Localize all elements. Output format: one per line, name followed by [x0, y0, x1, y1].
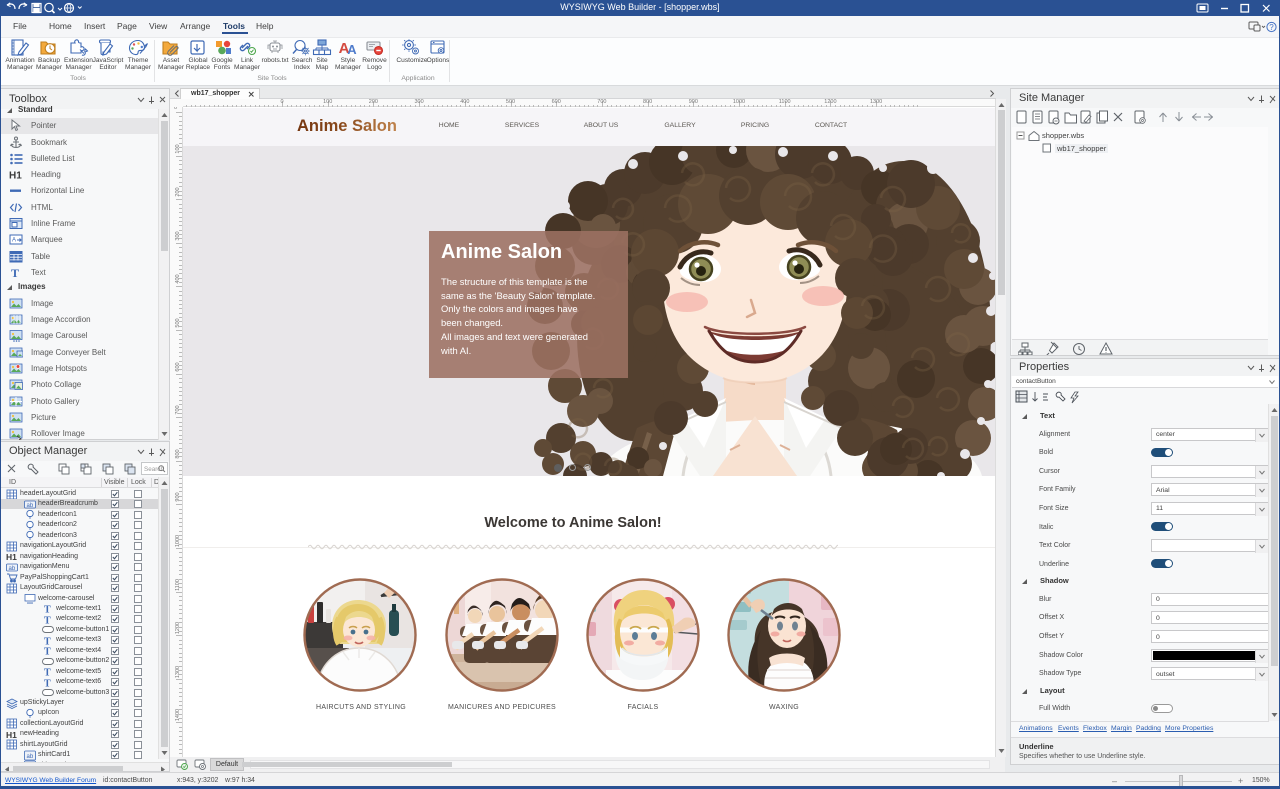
svg-text:ab: ab	[27, 754, 34, 760]
svg-text:A: A	[12, 238, 16, 244]
svg-text:H1: H1	[9, 171, 22, 182]
svg-text:A: A	[347, 42, 357, 57]
svg-text:ab: ab	[9, 566, 16, 572]
svg-text:ab: ab	[27, 503, 34, 509]
svg-text:?: ?	[1269, 23, 1274, 32]
svg-text:T: T	[11, 266, 19, 279]
